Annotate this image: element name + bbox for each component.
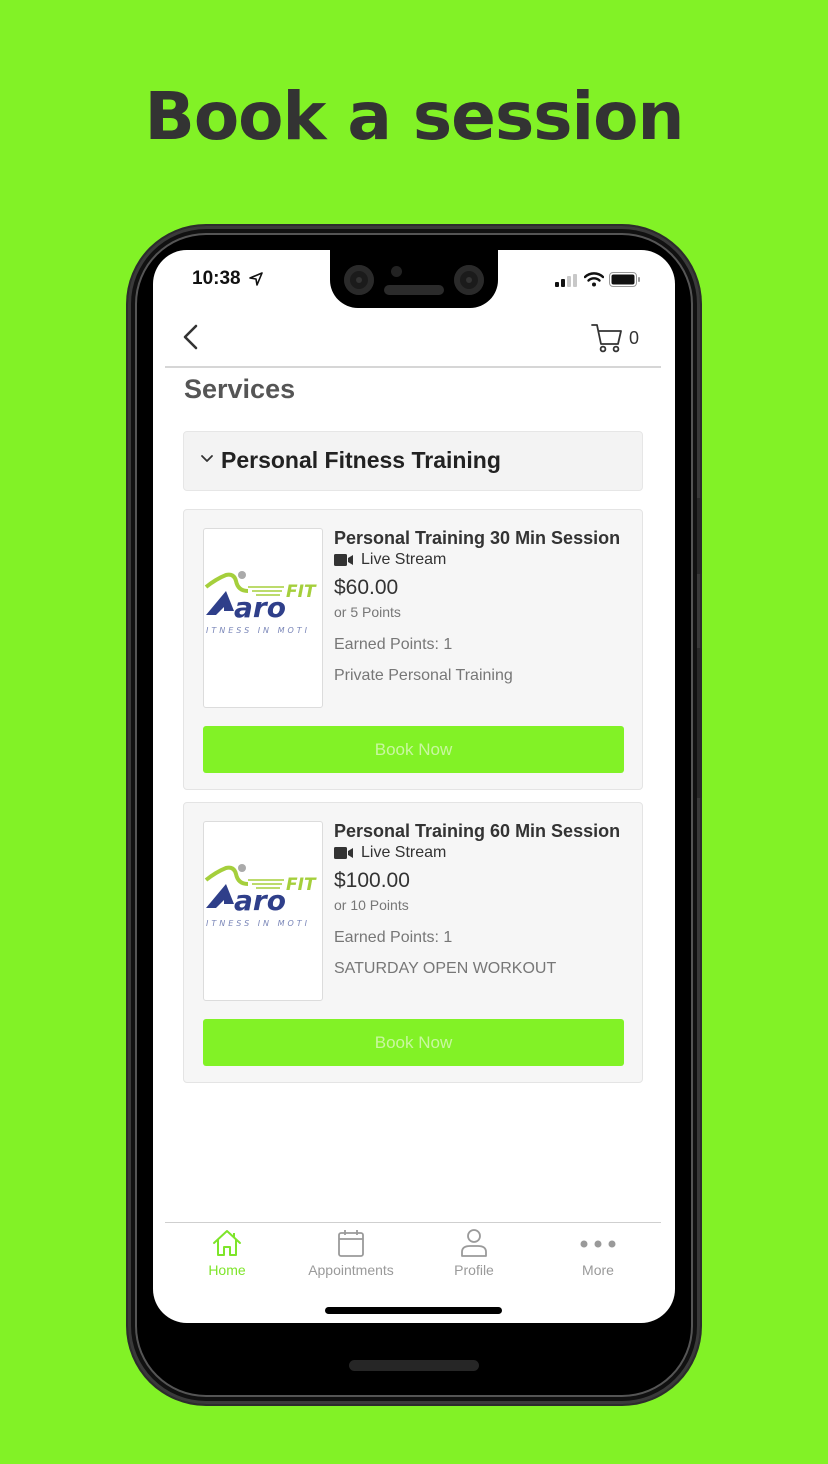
- logo-tagline: ITNESS IN MOTI: [206, 626, 310, 635]
- more-dots-icon: [580, 1240, 616, 1248]
- service-thumbnail[interactable]: FIT aro ITNESS IN MOTI: [203, 821, 323, 1001]
- service-card: FIT aro ITNESS IN MOTI Personal Training…: [183, 509, 643, 790]
- service-description: SATURDAY OPEN WORKOUT: [334, 960, 557, 977]
- chevron-down-icon: [201, 455, 213, 462]
- service-mode: Live Stream: [334, 844, 446, 862]
- logo-fit-text: FIT: [286, 875, 317, 895]
- brand-logo: FIT aro ITNESS IN MOTI: [204, 864, 317, 928]
- service-title[interactable]: Personal Training 30 Min Session: [334, 528, 620, 549]
- logo-brand-text: aro: [234, 884, 286, 917]
- tab-bar-divider: [165, 1222, 661, 1223]
- category-label: Personal Fitness Training: [221, 447, 501, 473]
- section-title: Services: [184, 374, 296, 404]
- service-earned-points: Earned Points: 1: [334, 929, 453, 946]
- status-time: 10:38: [192, 268, 241, 289]
- service-mode-label: Live Stream: [361, 551, 447, 568]
- wifi-icon: [584, 272, 604, 287]
- home-indicator[interactable]: [325, 1307, 502, 1314]
- category-accordion-header[interactable]: Personal Fitness Training: [183, 431, 643, 491]
- logo-fit-text: FIT: [286, 582, 317, 602]
- page-headline: Book a session: [144, 78, 685, 155]
- service-points-price: or 5 Points: [334, 604, 401, 620]
- tab-home[interactable]: Home: [167, 1228, 287, 1288]
- battery-icon: [609, 272, 640, 287]
- back-button[interactable]: [178, 322, 204, 352]
- service-title[interactable]: Personal Training 60 Min Session: [334, 821, 620, 842]
- service-points-price: or 10 Points: [334, 897, 409, 913]
- service-description: Private Personal Training: [334, 667, 513, 684]
- video-camera-icon: [334, 847, 353, 859]
- video-camera-icon: [334, 554, 353, 566]
- book-now-button[interactable]: Book Now: [203, 726, 624, 773]
- tab-label: More: [582, 1262, 614, 1278]
- tab-more[interactable]: More: [538, 1228, 658, 1288]
- tab-label: Home: [208, 1262, 246, 1278]
- service-mode: Live Stream: [334, 551, 446, 569]
- brand-logo: FIT aro ITNESS IN MOTI: [204, 571, 317, 635]
- shopping-cart-icon[interactable]: [590, 322, 624, 354]
- service-price: $100.00: [334, 869, 410, 892]
- tab-profile[interactable]: Profile: [414, 1228, 534, 1288]
- power-button: [697, 648, 702, 798]
- nav-divider: [165, 366, 661, 368]
- person-icon: [461, 1229, 487, 1257]
- calendar-icon: [338, 1230, 364, 1257]
- book-now-button[interactable]: Book Now: [203, 1019, 624, 1066]
- cellular-signal-icon: [555, 274, 577, 287]
- service-card: FIT aro ITNESS IN MOTI Personal Training…: [183, 802, 643, 1083]
- proximity-sensor: [391, 266, 402, 277]
- service-earned-points: Earned Points: 1: [334, 636, 453, 653]
- service-mode-label: Live Stream: [361, 844, 447, 861]
- earpiece-speaker: [384, 285, 444, 295]
- volume-button: [697, 498, 702, 574]
- phone-chin-speaker: [349, 1360, 479, 1371]
- service-price: $60.00: [334, 576, 399, 599]
- service-thumbnail[interactable]: FIT aro ITNESS IN MOTI: [203, 528, 323, 708]
- logo-tagline: ITNESS IN MOTI: [206, 919, 310, 928]
- tab-label: Profile: [454, 1262, 494, 1278]
- tab-label: Appointments: [308, 1262, 394, 1278]
- front-camera-icon: [344, 265, 374, 295]
- logo-brand-text: aro: [234, 591, 286, 624]
- home-icon: [213, 1230, 241, 1256]
- cart-count-badge[interactable]: 0: [629, 328, 639, 349]
- location-arrow-icon: [249, 272, 263, 286]
- front-camera-icon: [454, 265, 484, 295]
- tab-appointments[interactable]: Appointments: [291, 1228, 411, 1288]
